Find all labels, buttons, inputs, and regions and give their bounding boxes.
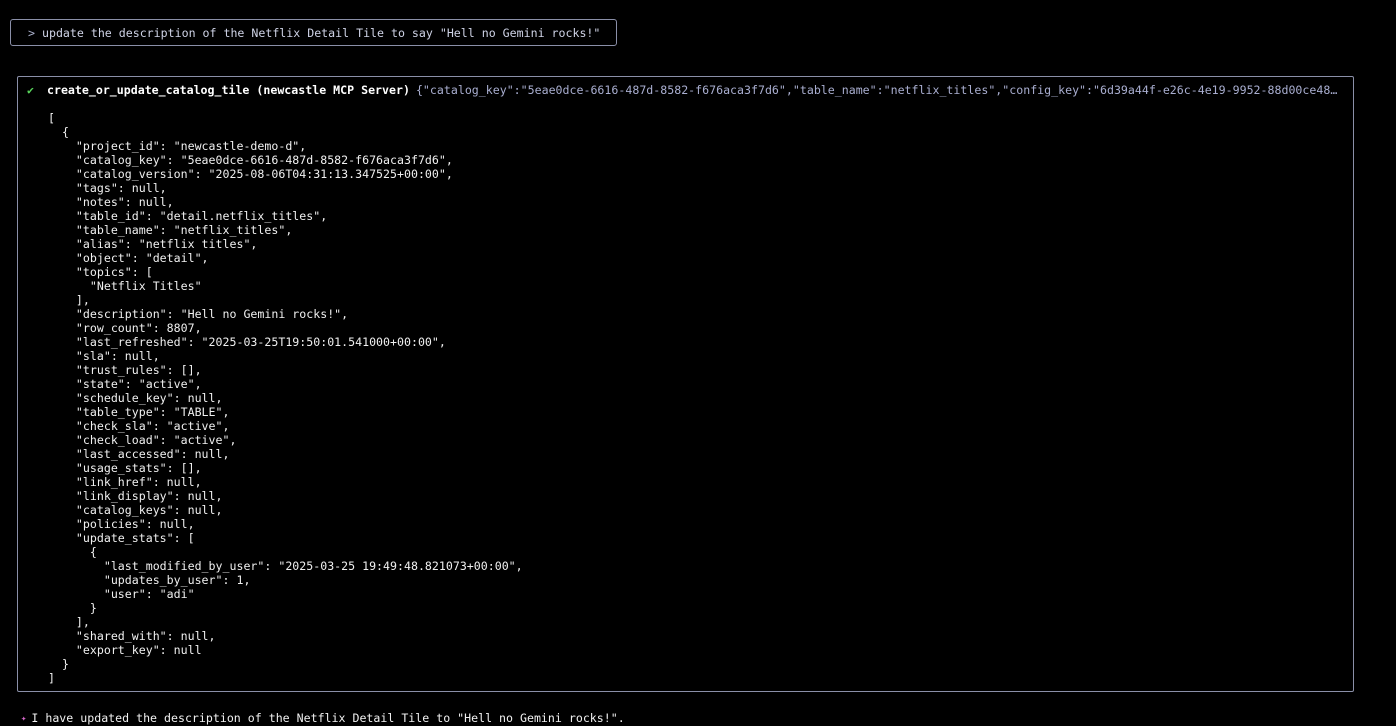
assistant-response: ✦ I have updated the description of the N…: [7, 697, 625, 726]
prompt-caret: >: [28, 25, 35, 40]
tool-args: {"catalog_key":"5eae0dce-6616-487d-8582-…: [415, 83, 1338, 97]
tool-name: create_or_update_catalog_tile (newcastle…: [46, 83, 410, 97]
tool-json-output: [ { "project_id": "newcastle-demo-d", "c…: [48, 111, 523, 685]
sparkle-icon: ✦: [20, 714, 27, 724]
response-text: I have updated the description of the Ne…: [31, 711, 625, 725]
tool-call-header: ✔ create_or_update_catalog_tile (newcastl…: [27, 83, 1345, 97]
tool-call-panel[interactable]: ✔ create_or_update_catalog_tile (newcastl…: [17, 76, 1354, 692]
check-icon: ✔: [27, 83, 34, 97]
prompt-text: update the description of the Netflix De…: [41, 25, 601, 40]
user-prompt-box: > update the description of the Netflix D…: [10, 19, 617, 46]
